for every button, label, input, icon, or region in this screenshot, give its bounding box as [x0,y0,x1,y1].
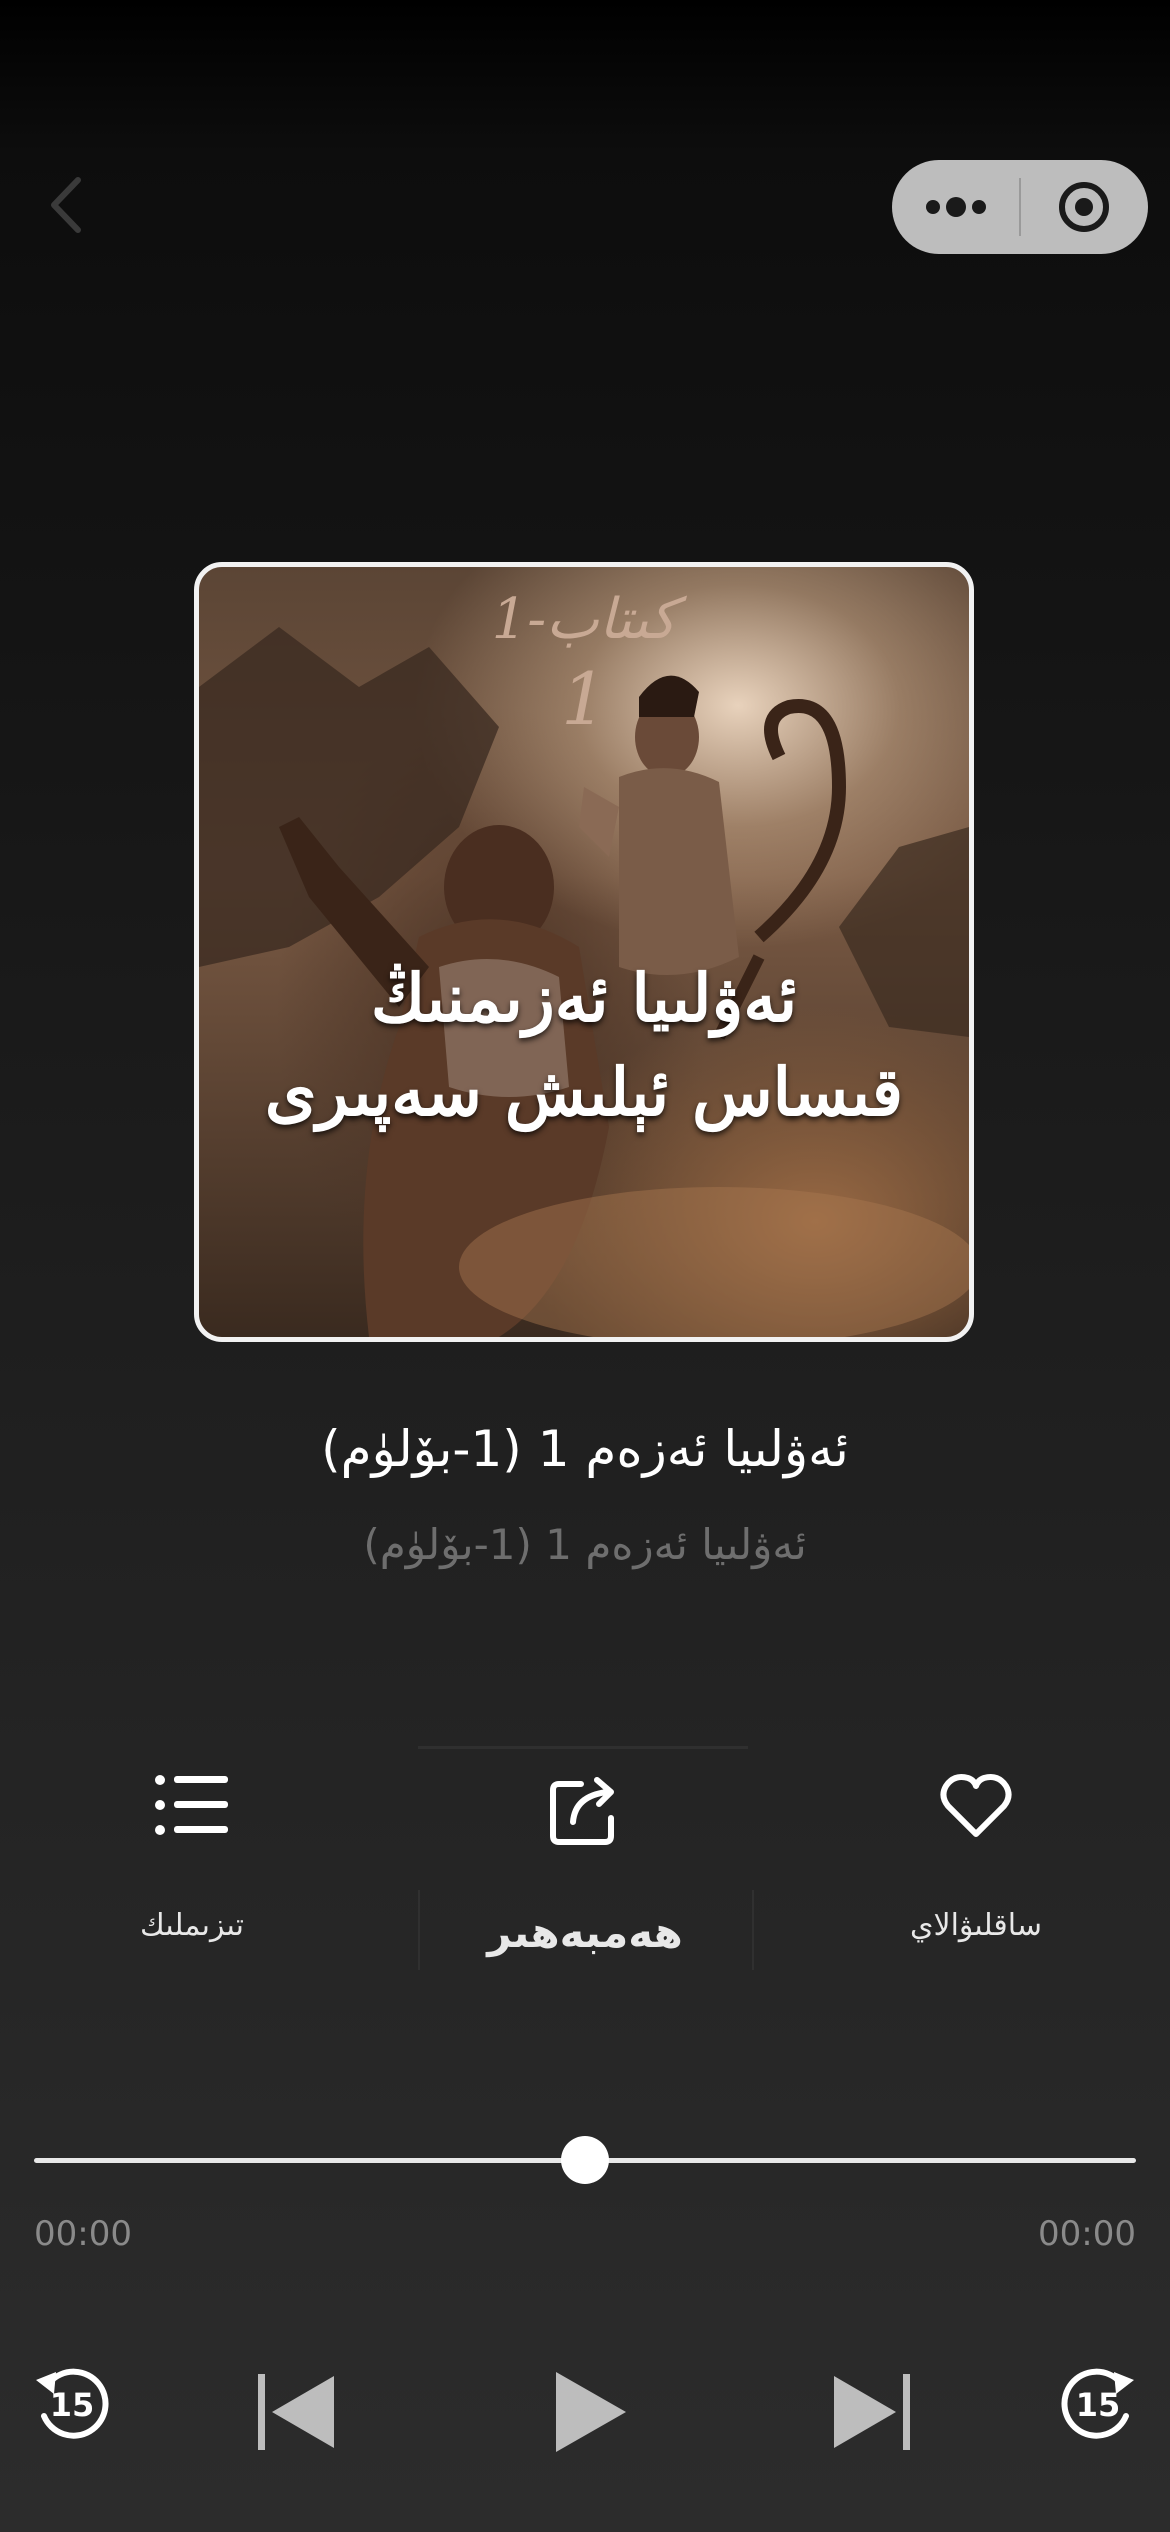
forward-label: 15 [1076,2386,1121,2424]
play-button[interactable] [552,2370,628,2458]
playlist-button[interactable]: تىزىملىك [62,1770,322,1970]
rewind-15-icon: 15 [36,2368,109,2439]
cover-book-label: 1-كىتاب [491,587,677,652]
track-title: ئەۋلىيا ئەزەم 1 (1-بۆلۈم) [321,1420,849,1478]
rewind-label: 15 [50,2386,95,2424]
skip-previous-icon [258,2374,334,2450]
previous-button[interactable] [256,2372,336,2456]
more-dots-icon [925,197,986,217]
target-close-icon [1059,182,1110,232]
track-subtitle: ئەۋلىيا ئەزەم 1 (1-بۆلۈم) [363,1520,807,1569]
share-label: ھەمبەھىر [487,1908,683,1957]
action-separator [418,1890,420,1970]
chevron-left-icon [51,177,81,233]
close-button[interactable] [1021,160,1148,254]
favorite-label: ساقلىۋالاي [909,1908,1043,1943]
share-button[interactable]: ھەمبەھىر [455,1770,715,1970]
mini-program-capsule [892,160,1148,254]
list-icon [155,1775,228,1835]
back-button[interactable] [40,170,100,240]
rewind-15-button[interactable]: 15 [30,2362,114,2450]
progress-thumb[interactable] [561,2136,609,2184]
action-separator [752,1890,754,1970]
share-icon [550,1777,614,1845]
cover-title-line2: قىساس ئېلىش سەپىرى [264,1053,904,1131]
more-button[interactable] [892,160,1019,254]
cover-title-line1: ئەۋلىيا ئەزىمنىڭ [370,959,798,1037]
album-cover: 1-كىتاب 1 ئەۋلىيا ئەزىمنىڭ قىساس ئېلىش س… [194,562,974,1342]
cover-book-number: 1 [561,657,607,741]
elapsed-time: 00:00 [34,2214,132,2254]
forward-15-button[interactable]: 15 [1056,2362,1140,2450]
action-row-divider [418,1746,748,1749]
total-time: 00:00 [1038,2214,1136,2254]
forward-15-icon: 15 [1061,2368,1134,2439]
heart-icon [940,1774,1012,1837]
next-button[interactable] [832,2372,912,2456]
skip-next-icon [834,2374,910,2450]
favorite-button[interactable]: ساقلىۋالاي [846,1770,1106,1970]
playlist-label: تىزىملىك [140,1908,244,1943]
play-icon [556,2372,626,2452]
